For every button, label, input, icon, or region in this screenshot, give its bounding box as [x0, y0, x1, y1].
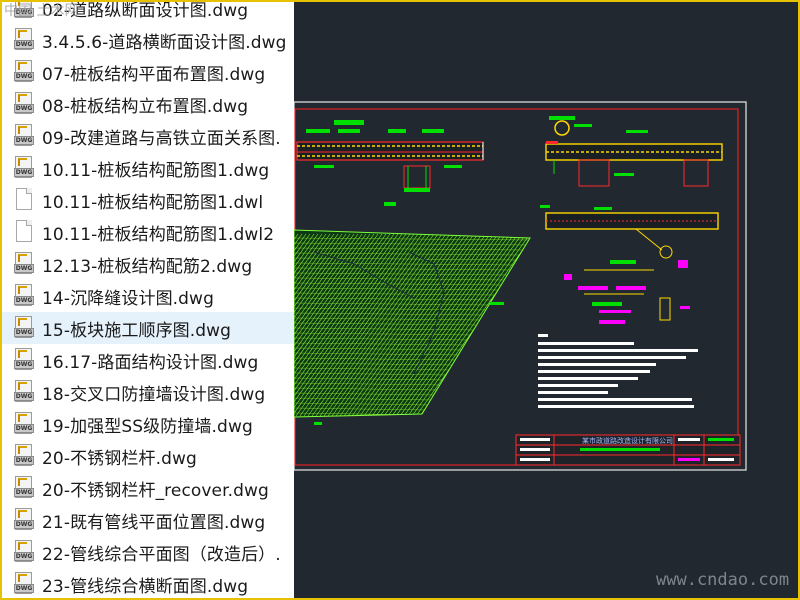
file-name: 23-管线综合横断面图.dwg	[42, 576, 249, 597]
dwg-file-icon: DWG	[14, 284, 34, 308]
file-name: 10.11-桩板结构配筋图1.dwg	[42, 160, 270, 181]
file-item[interactable]: DWG 15-板块施工顺序图.dwg	[2, 312, 294, 344]
dwg-file-icon: DWG	[14, 444, 34, 468]
file-name: 15-板块施工顺序图.dwg	[42, 320, 232, 341]
file-name: 22-管线综合平面图（改造后）.	[42, 544, 281, 565]
file-name: 20-不锈钢栏杆.dwg	[42, 448, 197, 469]
dwg-file-icon: DWG	[14, 316, 34, 340]
file-item[interactable]: DWG 21-既有管线平面位置图.dwg	[2, 504, 294, 536]
file-list-panel[interactable]: DWG 02-道路纵断面设计图.dwg DWG 3.4.5.6-道路横断面设计图.dw…	[2, 2, 294, 598]
file-item[interactable]: DWG 09-改建道路与高铁立面关系图.	[2, 120, 294, 152]
file-item[interactable]: DWG 10.11-桩板结构配筋图1.dwg	[2, 152, 294, 184]
file-name: 10.11-桩板结构配筋图1.dwl2	[42, 224, 275, 245]
cad-drawing: 某市政道路改造设计有限公司	[294, 2, 798, 598]
dwg-file-icon: DWG	[14, 92, 34, 116]
title-block: 某市政道路改造设计有限公司	[515, 434, 741, 466]
file-item[interactable]: DWG 20-不锈钢栏杆_recover.dwg	[2, 472, 294, 504]
file-name: 20-不锈钢栏杆_recover.dwg	[42, 480, 269, 501]
dwg-file-icon: DWG	[14, 348, 34, 372]
dwg-file-icon: DWG	[14, 380, 34, 404]
file-name: 10.11-桩板结构配筋图1.dwl	[42, 192, 264, 213]
file-item[interactable]: DWG 08-桩板结构立布置图.dwg	[2, 88, 294, 120]
file-name: 14-沉降缝设计图.dwg	[42, 288, 214, 309]
cad-drawing-view[interactable]: 某市政道路改造设计有限公司	[294, 2, 798, 598]
blank-file-icon	[14, 220, 34, 244]
blank-file-icon	[14, 188, 34, 212]
dwg-file-icon: DWG	[14, 252, 34, 276]
dwg-file-icon: DWG	[14, 508, 34, 532]
file-name: 16.17-路面结构设计图.dwg	[42, 352, 259, 373]
file-name: 18-交叉口防撞墙设计图.dwg	[42, 384, 266, 405]
dwg-file-icon: DWG	[14, 60, 34, 84]
file-name: 3.4.5.6-道路横断面设计图.dwg	[42, 32, 287, 53]
file-name: 08-桩板结构立布置图.dwg	[42, 96, 249, 117]
file-name: 21-既有管线平面位置图.dwg	[42, 512, 266, 533]
dwg-file-icon: DWG	[14, 540, 34, 564]
dwg-file-icon: DWG	[14, 28, 34, 52]
file-item[interactable]: DWG 07-桩板结构平面布置图.dwg	[2, 56, 294, 88]
file-item[interactable]: DWG 23-管线综合横断面图.dwg	[2, 568, 294, 598]
file-name: 12.13-桩板结构配筋2.dwg	[42, 256, 253, 277]
file-name: 07-桩板结构平面布置图.dwg	[42, 64, 266, 85]
file-item[interactable]: DWG 3.4.5.6-道路横断面设计图.dwg	[2, 24, 294, 56]
watermark-top: 中国 土木网	[4, 3, 79, 19]
file-item[interactable]: 10.11-桩板结构配筋图1.dwl2	[2, 216, 294, 248]
file-item[interactable]: DWG 12.13-桩板结构配筋2.dwg	[2, 248, 294, 280]
dwg-file-icon: DWG	[14, 412, 34, 436]
dwg-file-icon: DWG	[14, 572, 34, 596]
file-item[interactable]: DWG 18-交叉口防撞墙设计图.dwg	[2, 376, 294, 408]
file-item[interactable]: DWG 16.17-路面结构设计图.dwg	[2, 344, 294, 376]
file-item[interactable]: 10.11-桩板结构配筋图1.dwl	[2, 184, 294, 216]
file-list: DWG 02-道路纵断面设计图.dwg DWG 3.4.5.6-道路横断面设计图.dw…	[2, 2, 294, 598]
file-name: 19-加强型SS级防撞墙.dwg	[42, 416, 253, 437]
dwg-file-icon: DWG	[14, 476, 34, 500]
dwg-file-icon: DWG	[14, 124, 34, 148]
title-block-company: 某市政道路改造设计有限公司	[582, 436, 673, 445]
dwg-file-icon: DWG	[14, 156, 34, 180]
file-item[interactable]: DWG 14-沉降缝设计图.dwg	[2, 280, 294, 312]
file-item[interactable]: DWG 19-加强型SS级防撞墙.dwg	[2, 408, 294, 440]
file-item[interactable]: DWG 22-管线综合平面图（改造后）.	[2, 536, 294, 568]
file-name: 09-改建道路与高铁立面关系图.	[42, 128, 281, 149]
site-watermark: www.cndao.com	[656, 570, 790, 590]
file-item[interactable]: DWG 20-不锈钢栏杆.dwg	[2, 440, 294, 472]
